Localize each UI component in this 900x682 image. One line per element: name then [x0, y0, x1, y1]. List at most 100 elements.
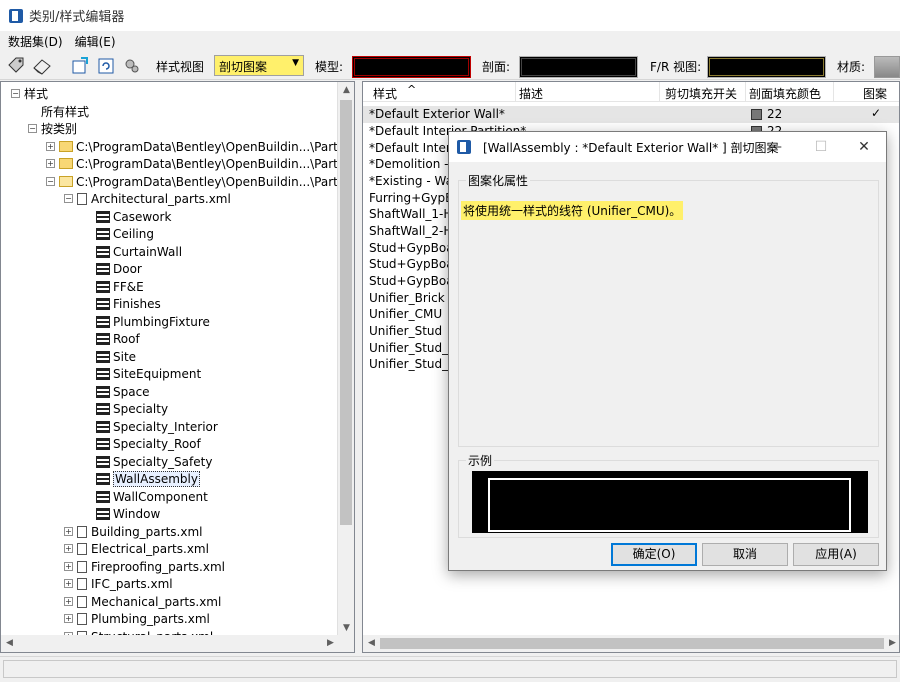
expand-icon[interactable]: + — [64, 527, 73, 536]
scroll-right-icon[interactable]: ▶ — [884, 635, 899, 652]
tree-path-2[interactable]: + C:\ProgramData\Bentley\OpenBuildin...\… — [46, 155, 342, 172]
category-icon — [96, 490, 110, 503]
tree-category-specialty-safety[interactable]: Specialty_Safety — [96, 453, 212, 470]
style-tree[interactable]: − 样式 所有样式 − 按类别 + C:\ProgramData\Bentley… — [0, 81, 355, 653]
tree-file-building[interactable]: + Building_parts.xml — [64, 523, 202, 540]
tree-category-wallcomponent[interactable]: WallComponent — [96, 488, 208, 505]
tree-all-styles[interactable]: 所有样式 — [41, 103, 89, 120]
tree-file-electrical[interactable]: + Electrical_parts.xml — [64, 540, 209, 557]
tree-by-category[interactable]: − 按类别 — [28, 120, 77, 137]
tree-horizontal-scrollbar[interactable]: ◀ ▶ — [1, 635, 354, 652]
expand-icon[interactable]: + — [46, 159, 55, 168]
settings-icon[interactable] — [122, 56, 142, 76]
tree-category-window[interactable]: Window — [96, 505, 160, 522]
tree-category-siteequipment[interactable]: SiteEquipment — [96, 365, 201, 382]
check-icon: ✓ — [871, 106, 882, 120]
menu-dataset[interactable]: 数据集(D) — [8, 33, 63, 50]
tree-category-ffe[interactable]: FF&E — [96, 278, 144, 295]
tree-file-fireproofing[interactable]: + Fireproofing_parts.xml — [64, 558, 225, 575]
expand-icon[interactable]: + — [64, 562, 73, 571]
cancel-button[interactable]: 取消 — [702, 543, 788, 566]
column-divider[interactable] — [659, 82, 660, 102]
model-swatch[interactable] — [352, 56, 471, 78]
column-cut-fill[interactable]: 剪切填充开关 — [665, 85, 737, 102]
tree-category-specialty[interactable]: Specialty — [96, 400, 168, 417]
material-swatch[interactable] — [874, 56, 900, 78]
tag-icon[interactable] — [6, 56, 26, 76]
fr-view-swatch[interactable] — [707, 56, 826, 78]
pattern-preview — [472, 471, 868, 533]
scroll-left-icon[interactable]: ◀ — [1, 635, 18, 652]
tree-file-ifc[interactable]: + IFC_parts.xml — [64, 575, 173, 592]
hatch-pattern-dialog: [WallAssembly : *Default Exterior Wall* … — [448, 131, 887, 571]
expand-icon[interactable]: + — [64, 544, 73, 553]
collapse-icon[interactable]: − — [11, 89, 20, 98]
column-description[interactable]: 描述 — [519, 85, 543, 102]
tree-category-site[interactable]: Site — [96, 348, 136, 365]
tree-category-specialty-interior[interactable]: Specialty_Interior — [96, 418, 218, 435]
scroll-right-icon[interactable]: ▶ — [322, 635, 339, 652]
tree-category-door[interactable]: Door — [96, 260, 142, 277]
menu-bar: 数据集(D) 编辑(E) — [0, 31, 900, 51]
scroll-up-icon[interactable]: ▲ — [338, 82, 354, 99]
collapse-icon[interactable]: − — [46, 177, 55, 186]
column-divider[interactable] — [745, 82, 746, 102]
expand-icon[interactable]: + — [46, 142, 55, 151]
file-icon — [77, 542, 87, 555]
tree-category-ceiling[interactable]: Ceiling — [96, 225, 154, 242]
column-section-fill-color[interactable]: 剖面填充颜色 — [749, 85, 821, 102]
list-row[interactable]: *Default Exterior Wall* 22 ✓ — [363, 106, 899, 123]
expand-icon[interactable]: + — [64, 579, 73, 588]
tree-path-1[interactable]: + C:\ProgramData\Bentley\OpenBuildin...\… — [46, 138, 342, 155]
tree-category-plumbingfixture[interactable]: PlumbingFixture — [96, 313, 210, 330]
refresh-icon[interactable] — [96, 56, 116, 76]
category-icon — [96, 507, 110, 520]
collapse-icon[interactable]: − — [64, 194, 73, 203]
scroll-left-icon[interactable]: ◀ — [363, 635, 380, 652]
tree-file-mechanical[interactable]: + Mechanical_parts.xml — [64, 593, 221, 610]
style-view-select[interactable]: 剖切图案 ▼ — [214, 55, 304, 76]
section-swatch[interactable] — [519, 56, 638, 78]
tree-file-architectural[interactable]: − Architectural_parts.xml — [64, 190, 231, 207]
tree-category-finishes[interactable]: Finishes — [96, 295, 161, 312]
file-icon — [77, 560, 87, 573]
menu-edit[interactable]: 编辑(E) — [75, 33, 116, 50]
expand-icon[interactable]: + — [64, 614, 73, 623]
row-name: Unifier_Stud — [369, 324, 443, 338]
new-item-icon[interactable] — [70, 56, 90, 76]
tree-path-label: C:\ProgramData\Bentley\OpenBuildin...\Pa… — [76, 156, 342, 171]
column-divider[interactable] — [833, 82, 834, 102]
column-pattern[interactable]: 图案 — [863, 85, 887, 102]
ok-button[interactable]: 确定(O) — [611, 543, 697, 566]
row-name: Unifier_Stud_1- — [369, 341, 461, 355]
scrollbar-thumb[interactable] — [380, 638, 884, 649]
expand-icon[interactable]: + — [64, 597, 73, 606]
tree-category-space[interactable]: Space — [96, 383, 150, 400]
tree-category-curtainwall[interactable]: CurtainWall — [96, 243, 182, 260]
tree-category-casework[interactable]: Casework — [96, 208, 171, 225]
scrollbar-thumb[interactable] — [340, 100, 352, 525]
column-divider[interactable] — [515, 82, 516, 102]
tree-file-plumbing[interactable]: + Plumbing_parts.xml — [64, 610, 210, 627]
category-icon — [96, 210, 110, 223]
toolbar: 样式视图 剖切图案 ▼ 模型: 剖面: F/R 视图: 材质: — [0, 52, 900, 80]
column-style[interactable]: 样式 — [373, 85, 397, 102]
tree-category-roof[interactable]: Roof — [96, 330, 140, 347]
row-name: Unifier_Stud_2- — [369, 357, 461, 371]
tree-path-3[interactable]: − C:\ProgramData\Bentley\OpenBuildin...\… — [46, 173, 342, 190]
status-field — [3, 660, 897, 678]
tree-category-label: CurtainWall — [113, 244, 183, 259]
tree-root[interactable]: − 样式 — [11, 85, 48, 102]
window-title: 类别/样式编辑器 — [29, 10, 125, 25]
tree-category-wallassembly[interactable]: WallAssembly — [96, 470, 200, 487]
tree-category-label: Specialty_Interior — [113, 419, 218, 434]
apply-button[interactable]: 应用(A) — [793, 543, 879, 566]
eraser-icon[interactable] — [32, 56, 52, 76]
collapse-icon[interactable]: − — [28, 124, 37, 133]
tree-vertical-scrollbar[interactable]: ▲ ▼ — [337, 82, 354, 637]
tree-category-specialty-roof[interactable]: Specialty_Roof — [96, 435, 201, 452]
tree-category-label: Ceiling — [113, 226, 154, 241]
list-horizontal-scrollbar[interactable]: ◀ ▶ — [363, 635, 899, 652]
close-icon[interactable]: ✕ — [841, 132, 887, 162]
minimize-icon[interactable]: — — [752, 132, 798, 162]
